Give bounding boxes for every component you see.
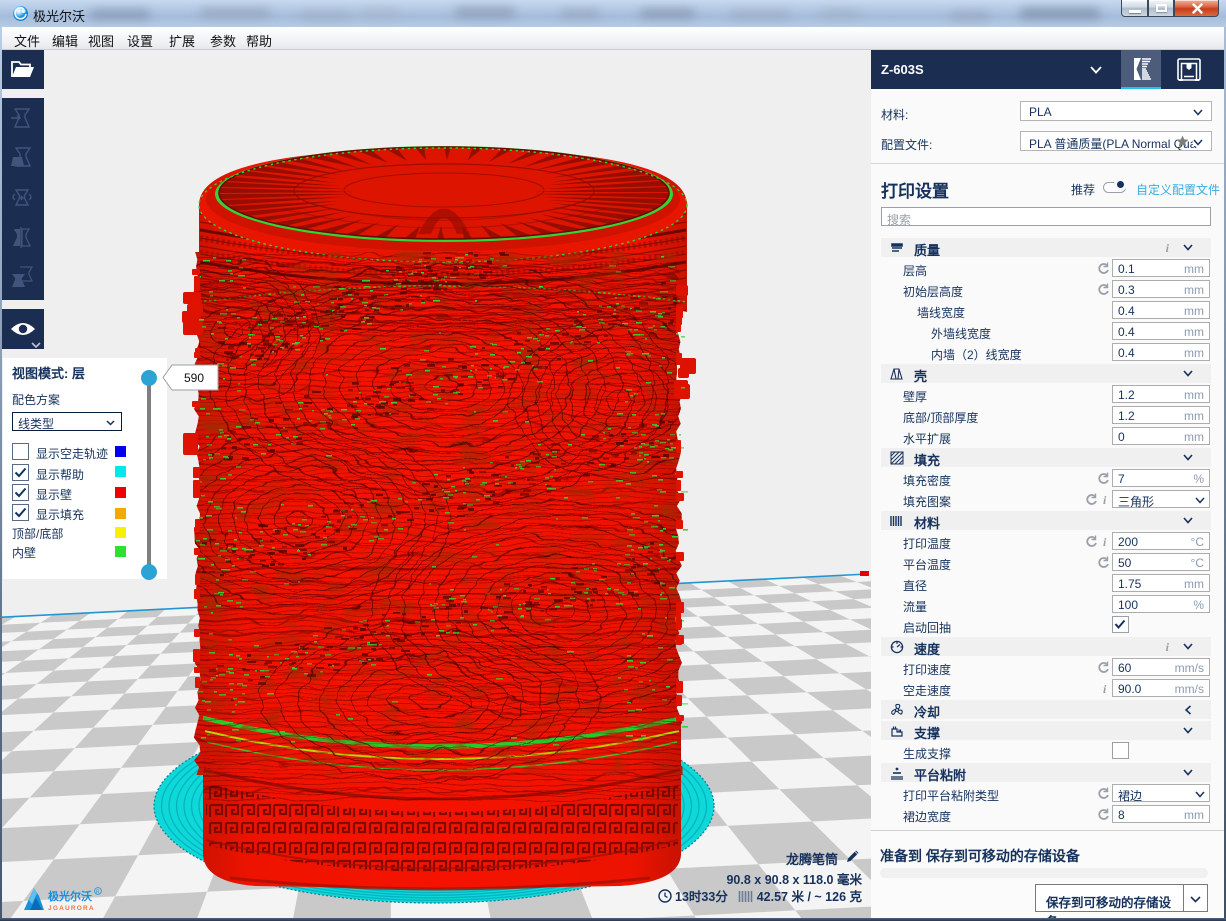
svg-text:JGAURORA: JGAURORA <box>48 905 95 912</box>
svg-text:590: 590 <box>184 371 204 385</box>
svg-text:R: R <box>96 890 100 896</box>
svg-text:极光尔沃: 极光尔沃 <box>48 889 93 903</box>
